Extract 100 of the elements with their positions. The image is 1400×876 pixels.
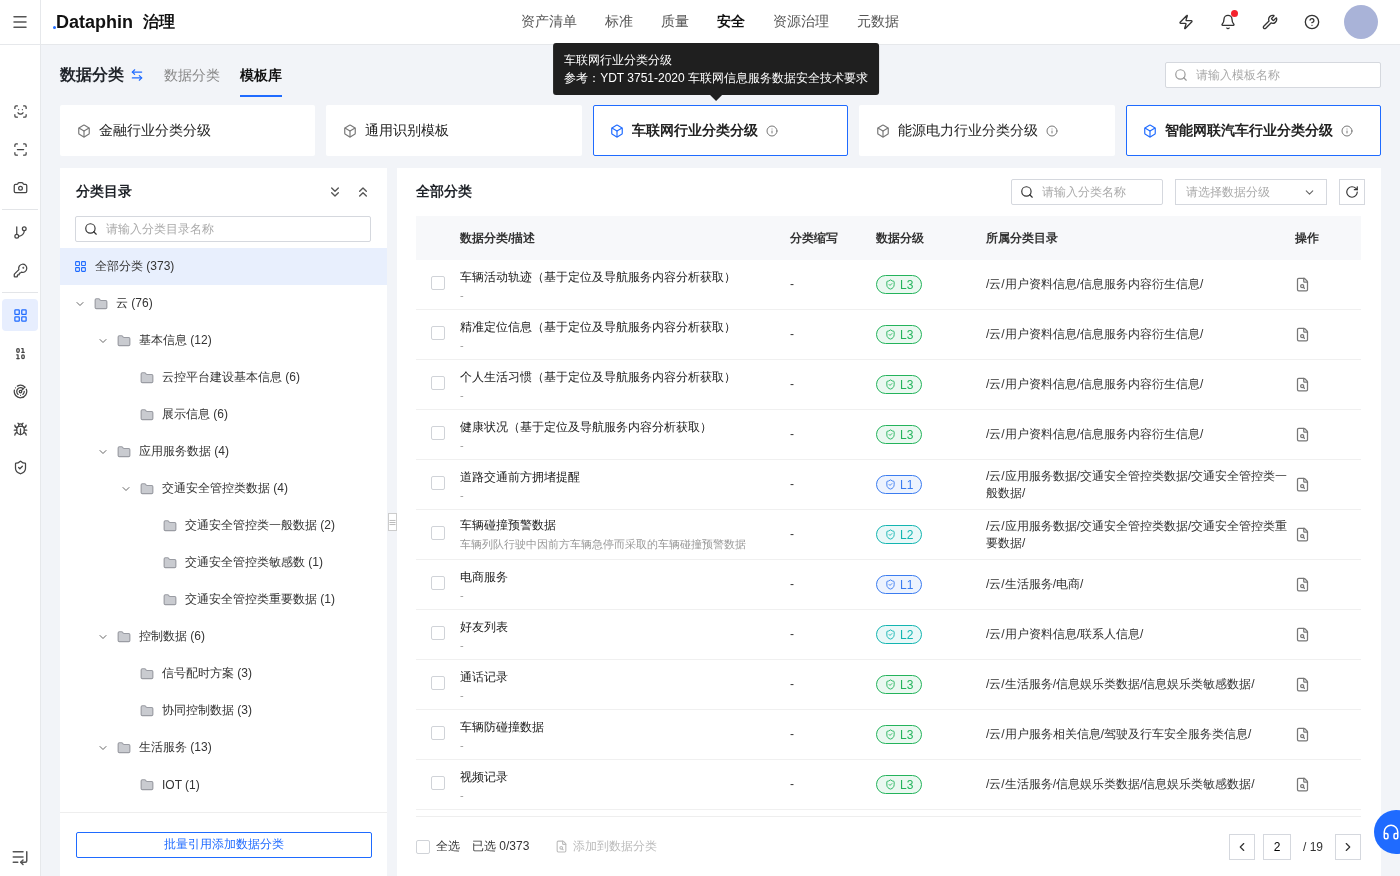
template-card[interactable]: 通用识别模板 xyxy=(326,105,582,156)
view-icon[interactable] xyxy=(1295,327,1310,342)
tree-node[interactable]: 基本信息 (12) xyxy=(60,322,387,359)
grid-icon[interactable] xyxy=(12,307,28,323)
template-name: 通用识别模板 xyxy=(365,121,450,140)
search-field[interactable]: 请输入分类目录名称 xyxy=(75,216,371,242)
nav-item[interactable]: 质量 xyxy=(661,13,689,31)
bell-icon[interactable] xyxy=(1220,14,1236,30)
search-input[interactable]: 请输入模板名称 xyxy=(1194,67,1372,83)
view-icon[interactable] xyxy=(1295,777,1310,792)
menu-icon[interactable] xyxy=(11,13,29,31)
search-input[interactable]: 请输入分类目录名称 xyxy=(104,221,362,237)
tree-node[interactable]: 交通安全管控类重要数据 (1) xyxy=(60,581,387,618)
nav-item[interactable]: 资源治理 xyxy=(773,13,829,31)
checkbox[interactable] xyxy=(431,426,445,440)
view-icon[interactable] xyxy=(1295,477,1310,492)
grade-tag: L3 xyxy=(876,325,923,344)
tree-node[interactable]: 交通安全管控类敏感数 (1) xyxy=(60,544,387,581)
key-icon[interactable] xyxy=(12,262,28,278)
table-cell-text: 车辆活动轨迹（基于定位及导航服务内容分析获取） xyxy=(460,268,737,286)
table-cell: - xyxy=(790,377,794,391)
search-field[interactable]: 请输入模板名称 xyxy=(1165,62,1381,88)
tab[interactable]: 模板库 xyxy=(240,53,282,97)
checkbox[interactable] xyxy=(431,626,445,640)
tree-node[interactable]: IOT (1) xyxy=(60,766,387,803)
tree-node[interactable]: 展示信息 (6) xyxy=(60,396,387,433)
checkbox[interactable] xyxy=(431,326,445,340)
search-field[interactable]: 请输入分类名称 xyxy=(1011,179,1163,205)
grade-tag: L1 xyxy=(876,475,923,494)
view-icon[interactable] xyxy=(1295,427,1310,442)
tree-node[interactable]: 信号配时方案 (3) xyxy=(60,655,387,692)
scan-icon[interactable] xyxy=(12,141,28,157)
tree-node[interactable]: 交通安全管控类一般数据 (2) xyxy=(60,507,387,544)
checkbox[interactable] xyxy=(431,576,445,590)
view-icon[interactable] xyxy=(1295,577,1310,592)
tree-node[interactable]: 云控平台建设基本信息 (6) xyxy=(60,359,387,396)
template-card[interactable]: 能源电力行业分类分级 xyxy=(859,105,1115,156)
face-scan-icon[interactable] xyxy=(12,103,28,119)
template-card[interactable]: 智能网联汽车行业分类分级 xyxy=(1125,105,1382,156)
grade-tag: L3 xyxy=(876,425,923,444)
shield-check-icon xyxy=(885,679,896,690)
info-icon[interactable] xyxy=(765,124,778,137)
nav-item[interactable]: 元数据 xyxy=(857,13,899,31)
view-icon[interactable] xyxy=(1295,727,1310,742)
tree-node[interactable]: 云 (76) xyxy=(60,285,387,322)
checkbox[interactable] xyxy=(431,676,445,690)
description: - xyxy=(460,388,465,401)
checkbox[interactable] xyxy=(431,276,445,290)
switch-icon[interactable] xyxy=(130,68,144,82)
description: - xyxy=(460,788,465,801)
batch-add-button[interactable]: 批量引用添加数据分类 xyxy=(75,831,372,858)
checkbox[interactable] xyxy=(431,776,445,790)
checkbox[interactable] xyxy=(431,476,445,490)
tree-node[interactable]: 全部分类 (373) xyxy=(60,248,387,285)
column-header: 所属分类目录 xyxy=(986,229,1059,247)
description: - xyxy=(460,738,465,751)
table-cell: - xyxy=(790,427,794,441)
description: - xyxy=(460,638,465,651)
bolt-icon[interactable] xyxy=(1178,14,1194,30)
checkbox[interactable] xyxy=(431,726,445,740)
camera-icon[interactable] xyxy=(12,179,28,195)
view-icon[interactable] xyxy=(1295,377,1310,392)
template-card[interactable]: 车联网行业分类分级 xyxy=(592,105,849,156)
folder-icon xyxy=(140,370,154,385)
nav-item[interactable]: 安全 xyxy=(717,13,745,31)
view-icon[interactable] xyxy=(1295,627,1310,642)
radar-icon[interactable] xyxy=(12,383,28,399)
table-cell: - xyxy=(790,277,794,291)
shield-icon[interactable] xyxy=(12,459,28,475)
info-icon[interactable] xyxy=(1340,124,1353,137)
drag-handle[interactable] xyxy=(388,513,397,531)
help-icon[interactable] xyxy=(1304,14,1320,30)
view-icon[interactable] xyxy=(1295,677,1310,692)
refresh-icon[interactable] xyxy=(1345,185,1359,199)
tree-node[interactable]: 控制数据 (6) xyxy=(60,618,387,655)
info-icon[interactable] xyxy=(1046,124,1059,137)
select-all-checkbox[interactable]: 全选 xyxy=(401,838,460,855)
branch-icon[interactable] xyxy=(12,224,28,240)
checkbox[interactable] xyxy=(431,376,445,390)
view-icon[interactable] xyxy=(1295,277,1310,292)
tree-node[interactable]: 协同控制数据 (3) xyxy=(60,692,387,729)
table-cell-text: /云/用户资料信息/信息服务内容衍生信息/ xyxy=(986,276,1205,293)
search-input[interactable]: 请输入分类名称 xyxy=(1040,184,1154,200)
refresh-button[interactable] xyxy=(1339,179,1365,205)
wrench-icon[interactable] xyxy=(1262,14,1278,30)
checkbox[interactable] xyxy=(431,526,445,540)
bug-icon[interactable] xyxy=(12,421,28,437)
nav-item[interactable]: 资产清单 xyxy=(521,13,577,31)
page-input[interactable]: 2 xyxy=(1263,833,1291,860)
folder-icon xyxy=(117,333,131,348)
collapse-icon[interactable] xyxy=(11,848,29,866)
grade-tag: L3 xyxy=(876,775,923,794)
table-cell-text: 好友列表 xyxy=(460,618,509,636)
view-icon[interactable] xyxy=(1295,527,1310,542)
tree-node[interactable]: 应用服务数据 (4) xyxy=(60,433,387,470)
nav-item[interactable]: 标准 xyxy=(605,13,633,31)
tree-node[interactable]: 交通安全管控类数据 (4) xyxy=(60,470,387,507)
template-card[interactable]: 金融行业分类分级 xyxy=(60,105,316,156)
headset-icon xyxy=(1382,823,1400,841)
tree-node[interactable]: 生活服务 (13) xyxy=(60,729,387,766)
